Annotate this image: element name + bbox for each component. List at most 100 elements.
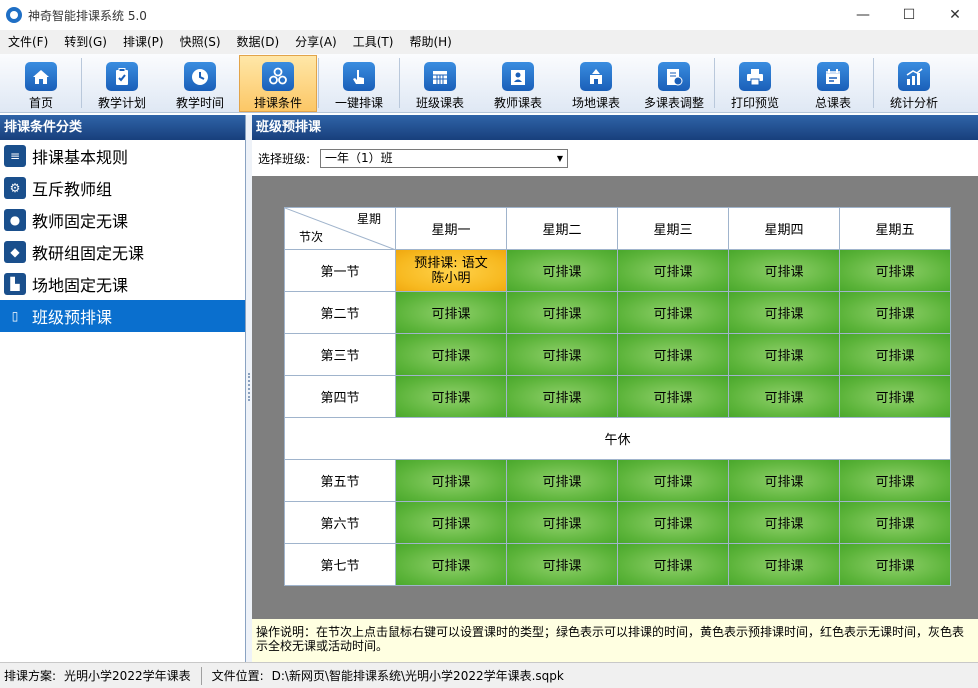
available-cell[interactable]: 可排课 <box>839 459 951 502</box>
status-separator <box>200 666 202 685</box>
menu-file[interactable]: 文件(F) <box>0 30 56 54</box>
available-cell[interactable]: 可排课 <box>395 459 507 502</box>
dropdown-arrow-icon: ▼ <box>556 153 564 163</box>
available-cell[interactable]: 可排课 <box>617 291 729 334</box>
day-header: 星期四 <box>728 207 840 250</box>
available-cell[interactable]: 可排课 <box>839 543 951 586</box>
toolbar-label: 教师课表 <box>493 96 542 110</box>
available-cell[interactable]: 可排课 <box>617 333 729 376</box>
plan-value: 光明小学2022学年课表 <box>64 669 191 683</box>
toolbar-label: 教学时间 <box>175 96 224 110</box>
chart-icon <box>898 62 930 91</box>
menu-tools[interactable]: 工具(T) <box>345 30 402 54</box>
file-value: D:\新网页\智能排课系统\光明小学2022学年课表.sqpk <box>271 669 564 683</box>
menu-snapshot[interactable]: 快照(S) <box>172 30 229 54</box>
category-label: 教研组固定无课 <box>32 244 145 263</box>
available-cell[interactable]: 可排课 <box>506 459 618 502</box>
toolbar-master-timetable-button[interactable]: 总课表 <box>794 55 872 112</box>
available-cell[interactable]: 可排课 <box>839 501 951 544</box>
category-class-prescheduling[interactable]: ▯ 班级预排课 <box>0 300 245 332</box>
available-cell[interactable]: 可排课 <box>506 543 618 586</box>
available-cell[interactable]: 可排课 <box>395 501 507 544</box>
toolbar-auto-schedule-button[interactable]: 一键排课 <box>320 55 398 112</box>
toolbar-conditions-button[interactable]: 排课条件 <box>239 55 317 112</box>
maximize-button[interactable]: ☐ <box>886 0 932 30</box>
available-cell[interactable]: 可排课 <box>617 375 729 418</box>
available-cell[interactable]: 可排课 <box>506 333 618 376</box>
available-cell[interactable]: 可排课 <box>395 333 507 376</box>
available-cell[interactable]: 可排课 <box>728 249 840 292</box>
period-header[interactable]: 第六节 <box>284 501 396 544</box>
cubes-icon <box>262 62 294 91</box>
menu-bar: 文件(F) 转到(G) 排课(P) 快照(S) 数据(D) 分享(A) 工具(T… <box>0 30 978 54</box>
toolbar-statistics-button[interactable]: 统计分析 <box>875 55 953 112</box>
title-bar: 神奇智能排课系统 5.0 — ☐ ✕ <box>0 0 978 30</box>
day-header: 星期三 <box>617 207 729 250</box>
toolbar-label: 场地课表 <box>571 96 620 110</box>
available-cell[interactable]: 可排课 <box>617 459 729 502</box>
available-cell[interactable]: 可排课 <box>617 501 729 544</box>
available-cell[interactable]: 可排课 <box>506 249 618 292</box>
toolbar-print-preview-button[interactable]: 打印预览 <box>716 55 794 112</box>
available-cell[interactable]: 可排课 <box>728 375 840 418</box>
available-cell[interactable]: 可排课 <box>506 501 618 544</box>
toolbar-home-button[interactable]: 首页 <box>2 55 80 112</box>
splitter-grip[interactable] <box>248 373 250 401</box>
toolbar-teaching-time-button[interactable]: 教学时间 <box>161 55 239 112</box>
period-header[interactable]: 第三节 <box>284 333 396 376</box>
available-cell[interactable]: 可排课 <box>728 501 840 544</box>
available-cell[interactable]: 可排课 <box>395 375 507 418</box>
available-cell[interactable]: 可排课 <box>617 543 729 586</box>
menu-help[interactable]: 帮助(H) <box>401 30 459 54</box>
timetable-row: 第四节 可排课 可排课 可排课 可排课 可排课 <box>284 375 951 418</box>
available-cell[interactable]: 可排课 <box>506 291 618 334</box>
prescheduled-cell[interactable]: 预排课: 语文 陈小明 <box>395 249 507 292</box>
timetable-row: 第一节 预排课: 语文 陈小明 可排课 可排课 可排课 可排课 <box>284 249 951 292</box>
toolbar-class-timetable-button[interactable]: 班级课表 <box>401 55 479 112</box>
toolbar-label: 统计分析 <box>889 96 938 110</box>
period-header[interactable]: 第四节 <box>284 375 396 418</box>
toolbar: 首页 教学计划 教学时间 排课条件 一键排课 班级课表 教师课表 场地课表 多课… <box>0 54 978 113</box>
toolbar-label: 多课表调整 <box>643 96 704 110</box>
category-venue-fixed[interactable]: ▙ 场地固定无课 <box>0 268 245 300</box>
category-label: 场地固定无课 <box>32 276 129 295</box>
available-cell[interactable]: 可排课 <box>839 333 951 376</box>
menu-schedule[interactable]: 排课(P) <box>115 30 172 54</box>
schedule-icon <box>817 62 849 91</box>
period-header[interactable]: 第五节 <box>284 459 396 502</box>
menu-goto[interactable]: 转到(G) <box>56 30 115 54</box>
available-cell[interactable]: 可排课 <box>395 291 507 334</box>
available-cell[interactable]: 可排课 <box>728 333 840 376</box>
period-header[interactable]: 第二节 <box>284 291 396 334</box>
period-header[interactable]: 第七节 <box>284 543 396 586</box>
toolbar-venue-timetable-button[interactable]: 场地课表 <box>557 55 635 112</box>
instructions-text: 操作说明：在节次上点击鼠标右键可以设置课时的类型；绿色表示可以排课的时间，黄色表… <box>252 619 978 662</box>
toolbar-multi-adjust-button[interactable]: 多课表调整 <box>635 55 713 112</box>
minimize-button[interactable]: — <box>840 0 886 30</box>
available-cell[interactable]: 可排课 <box>839 375 951 418</box>
toolbar-label: 教学计划 <box>97 96 146 110</box>
toolbar-teaching-plan-button[interactable]: 教学计划 <box>83 55 161 112</box>
available-cell[interactable]: 可排课 <box>617 249 729 292</box>
available-cell[interactable]: 可排课 <box>728 543 840 586</box>
period-header[interactable]: 第一节 <box>284 249 396 292</box>
category-basic-rules[interactable]: ≡ 排课基本规则 <box>0 140 245 172</box>
corner-period-label: 节次 <box>299 230 324 244</box>
available-cell[interactable]: 可排课 <box>839 249 951 292</box>
available-cell[interactable]: 可排课 <box>728 459 840 502</box>
category-exclusive-teachers[interactable]: ⚙ 互斥教师组 <box>0 172 245 204</box>
close-button[interactable]: ✕ <box>932 0 978 30</box>
menu-data[interactable]: 数据(D) <box>229 30 288 54</box>
menu-share[interactable]: 分享(A) <box>287 30 345 54</box>
toolbar-teacher-timetable-button[interactable]: 教师课表 <box>479 55 557 112</box>
available-cell[interactable]: 可排课 <box>506 375 618 418</box>
category-group-fixed[interactable]: ◆ 教研组固定无课 <box>0 236 245 268</box>
available-cell[interactable]: 可排课 <box>728 291 840 334</box>
prescheduled-subject: 预排课: 语文 <box>414 255 488 271</box>
available-cell[interactable]: 可排课 <box>395 543 507 586</box>
category-teacher-fixed[interactable]: ● 教师固定无课 <box>0 204 245 236</box>
toolbar-label: 总课表 <box>814 96 851 110</box>
calendar-icon <box>424 62 456 91</box>
available-cell[interactable]: 可排课 <box>839 291 951 334</box>
class-select[interactable]: 一年（1）班 ▼ <box>320 148 569 168</box>
